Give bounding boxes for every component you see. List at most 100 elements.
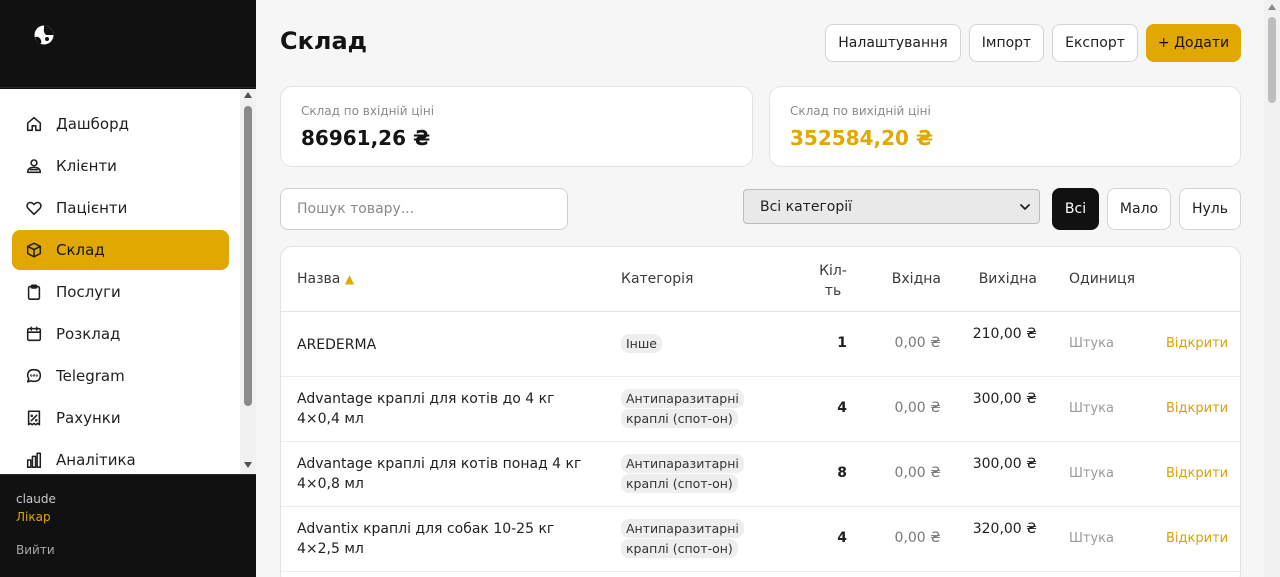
user-role: Лікар <box>16 510 51 524</box>
stat-value: 86961,26 ₴ <box>301 126 431 150</box>
product-qty: 1 <box>837 335 847 351</box>
product-name: AREDERMA <box>297 337 377 353</box>
product-qty: 8 <box>837 465 847 481</box>
sidebar-item-analytics[interactable]: Аналітика <box>12 440 229 474</box>
sidebar-item-warehouse[interactable]: Склад <box>12 230 229 270</box>
product-name: Advantix краплі для собак 10-25 кг 4×2,5… <box>297 521 555 557</box>
sidebar-item-services[interactable]: Послуги <box>12 272 229 312</box>
column-header-in-price: Вхідна <box>891 271 941 287</box>
sidebar-item-label: Послуги <box>56 283 121 301</box>
stat-value: 352584,20 ₴ <box>790 126 934 150</box>
calendar-icon <box>24 324 44 344</box>
heart-icon <box>24 198 44 218</box>
product-in-price: 0,00 ₴ <box>894 400 941 416</box>
category-select-value: Всі категорії <box>760 198 853 215</box>
product-unit: Штука <box>1069 466 1114 481</box>
open-link[interactable]: Відкрити <box>1166 336 1228 351</box>
product-qty: 4 <box>837 400 847 416</box>
product-out-price: 320,00 ₴ <box>972 521 1037 537</box>
column-header-qty: Кіл-ть <box>819 263 847 299</box>
category-badge: Інше <box>621 334 771 354</box>
sidebar-item-label: Рахунки <box>56 409 121 427</box>
search-input[interactable] <box>280 188 568 230</box>
chevron-down-icon <box>1020 204 1030 210</box>
stat-card-in-price: Склад по вхідній ціні 86961,26 ₴ <box>280 86 753 167</box>
sidebar-item-invoices[interactable]: Рахунки <box>12 398 229 438</box>
scroll-up-icon[interactable] <box>1268 4 1276 10</box>
open-link[interactable]: Відкрити <box>1166 466 1228 481</box>
filter-all-button[interactable]: Всі <box>1052 188 1099 230</box>
sidebar-item-telegram[interactable]: Telegram <box>12 356 229 396</box>
users-icon <box>24 156 44 176</box>
home-icon <box>24 114 44 134</box>
sidebar-scrollbar[interactable] <box>240 89 256 474</box>
sidebar-item-dashboard[interactable]: Дашборд <box>12 104 229 144</box>
table-row[interactable]: Advantage краплі для котів понад 4 кг 4×… <box>281 442 1240 507</box>
logo-icon[interactable] <box>33 24 55 46</box>
chart-icon <box>24 450 44 470</box>
table-header: Назва ▲ Категорія Кіл-ть Вхідна Вихідна … <box>281 247 1240 312</box>
main-content: Склад Налаштування Імпорт Експорт + Дода… <box>256 0 1264 577</box>
table-row[interactable]: AREDERMA Інше 1 0,00 ₴ 210,00 ₴ Штука Ві… <box>281 312 1240 377</box>
column-header-out-price: Вихідна <box>978 271 1037 287</box>
table-row[interactable]: Advantix краплі для собак 10-25 кг 4×2,5… <box>281 507 1240 572</box>
sidebar: Дашборд Клієнти Пацієнти Склад Послуги Р… <box>0 0 256 577</box>
product-out-price: 300,00 ₴ <box>972 391 1037 407</box>
product-in-price: 0,00 ₴ <box>894 465 941 481</box>
sidebar-item-label: Розклад <box>56 325 121 343</box>
sidebar-item-label: Клієнти <box>56 157 117 175</box>
scroll-down-icon[interactable] <box>244 462 252 468</box>
export-button[interactable]: Експорт <box>1052 24 1138 62</box>
product-out-price: 300,00 ₴ <box>972 456 1037 472</box>
receipt-icon <box>24 408 44 428</box>
scrollbar-thumb[interactable] <box>1268 17 1276 103</box>
product-unit: Штука <box>1069 531 1114 546</box>
table-row[interactable]: Advantage краплі для котів до 4 кг 4×0,4… <box>281 377 1240 442</box>
product-qty: 4 <box>837 530 847 546</box>
product-unit: Штука <box>1069 336 1114 351</box>
add-button[interactable]: + Додати <box>1146 24 1241 62</box>
stat-label: Склад по вхідній ціні <box>301 104 435 118</box>
category-badge: Антипаразитарні краплі (спот-он) <box>621 454 771 494</box>
stat-card-out-price: Склад по вихідній ціні 352584,20 ₴ <box>769 86 1241 167</box>
sidebar-item-clients[interactable]: Клієнти <box>12 146 229 186</box>
open-link[interactable]: Відкрити <box>1166 531 1228 546</box>
column-header-unit: Одиниця <box>1069 271 1136 287</box>
filter-low-button[interactable]: Мало <box>1107 188 1171 230</box>
sidebar-item-label: Аналітика <box>56 451 136 469</box>
scroll-up-icon[interactable] <box>244 92 252 98</box>
clipboard-icon <box>24 282 44 302</box>
scrollbar-thumb[interactable] <box>244 106 252 406</box>
sidebar-item-patients[interactable]: Пацієнти <box>12 188 229 228</box>
stat-label: Склад по вихідній ціні <box>790 104 931 118</box>
product-name: Advantage краплі для котів до 4 кг 4×0,4… <box>297 391 555 427</box>
filter-zero-button[interactable]: Нуль <box>1179 188 1241 230</box>
import-button[interactable]: Імпорт <box>969 24 1044 62</box>
page-scrollbar[interactable] <box>1264 0 1280 577</box>
product-unit: Штука <box>1069 401 1114 416</box>
column-header-name[interactable]: Назва ▲ <box>297 271 354 287</box>
product-in-price: 0,00 ₴ <box>894 530 941 546</box>
sidebar-item-schedule[interactable]: Розклад <box>12 314 229 354</box>
user-name: claude <box>16 492 56 506</box>
logo-area <box>0 0 256 88</box>
sort-asc-icon: ▲ <box>344 272 355 286</box>
sidebar-nav: Дашборд Клієнти Пацієнти Склад Послуги Р… <box>0 89 256 474</box>
page-title: Склад <box>280 27 368 55</box>
settings-button[interactable]: Налаштування <box>825 24 961 62</box>
logout-link[interactable]: Вийти <box>16 543 55 557</box>
box-icon <box>24 240 44 260</box>
sidebar-item-label: Дашборд <box>56 115 129 133</box>
product-out-price: 210,00 ₴ <box>972 326 1037 342</box>
product-in-price: 0,00 ₴ <box>894 335 941 351</box>
inventory-table: Назва ▲ Категорія Кіл-ть Вхідна Вихідна … <box>280 246 1241 577</box>
sidebar-item-label: Telegram <box>56 367 125 385</box>
sidebar-item-label: Пацієнти <box>56 199 128 217</box>
column-header-category: Категорія <box>621 271 694 287</box>
user-panel: claude Лікар Вийти <box>0 474 256 577</box>
sidebar-item-label: Склад <box>56 241 105 259</box>
category-select[interactable]: Всі категорії <box>743 189 1040 224</box>
category-badge: Антипаразитарні краплі (спот-он) <box>621 519 771 559</box>
category-badge: Антипаразитарні краплі (спот-он) <box>621 389 771 429</box>
open-link[interactable]: Відкрити <box>1166 401 1228 416</box>
